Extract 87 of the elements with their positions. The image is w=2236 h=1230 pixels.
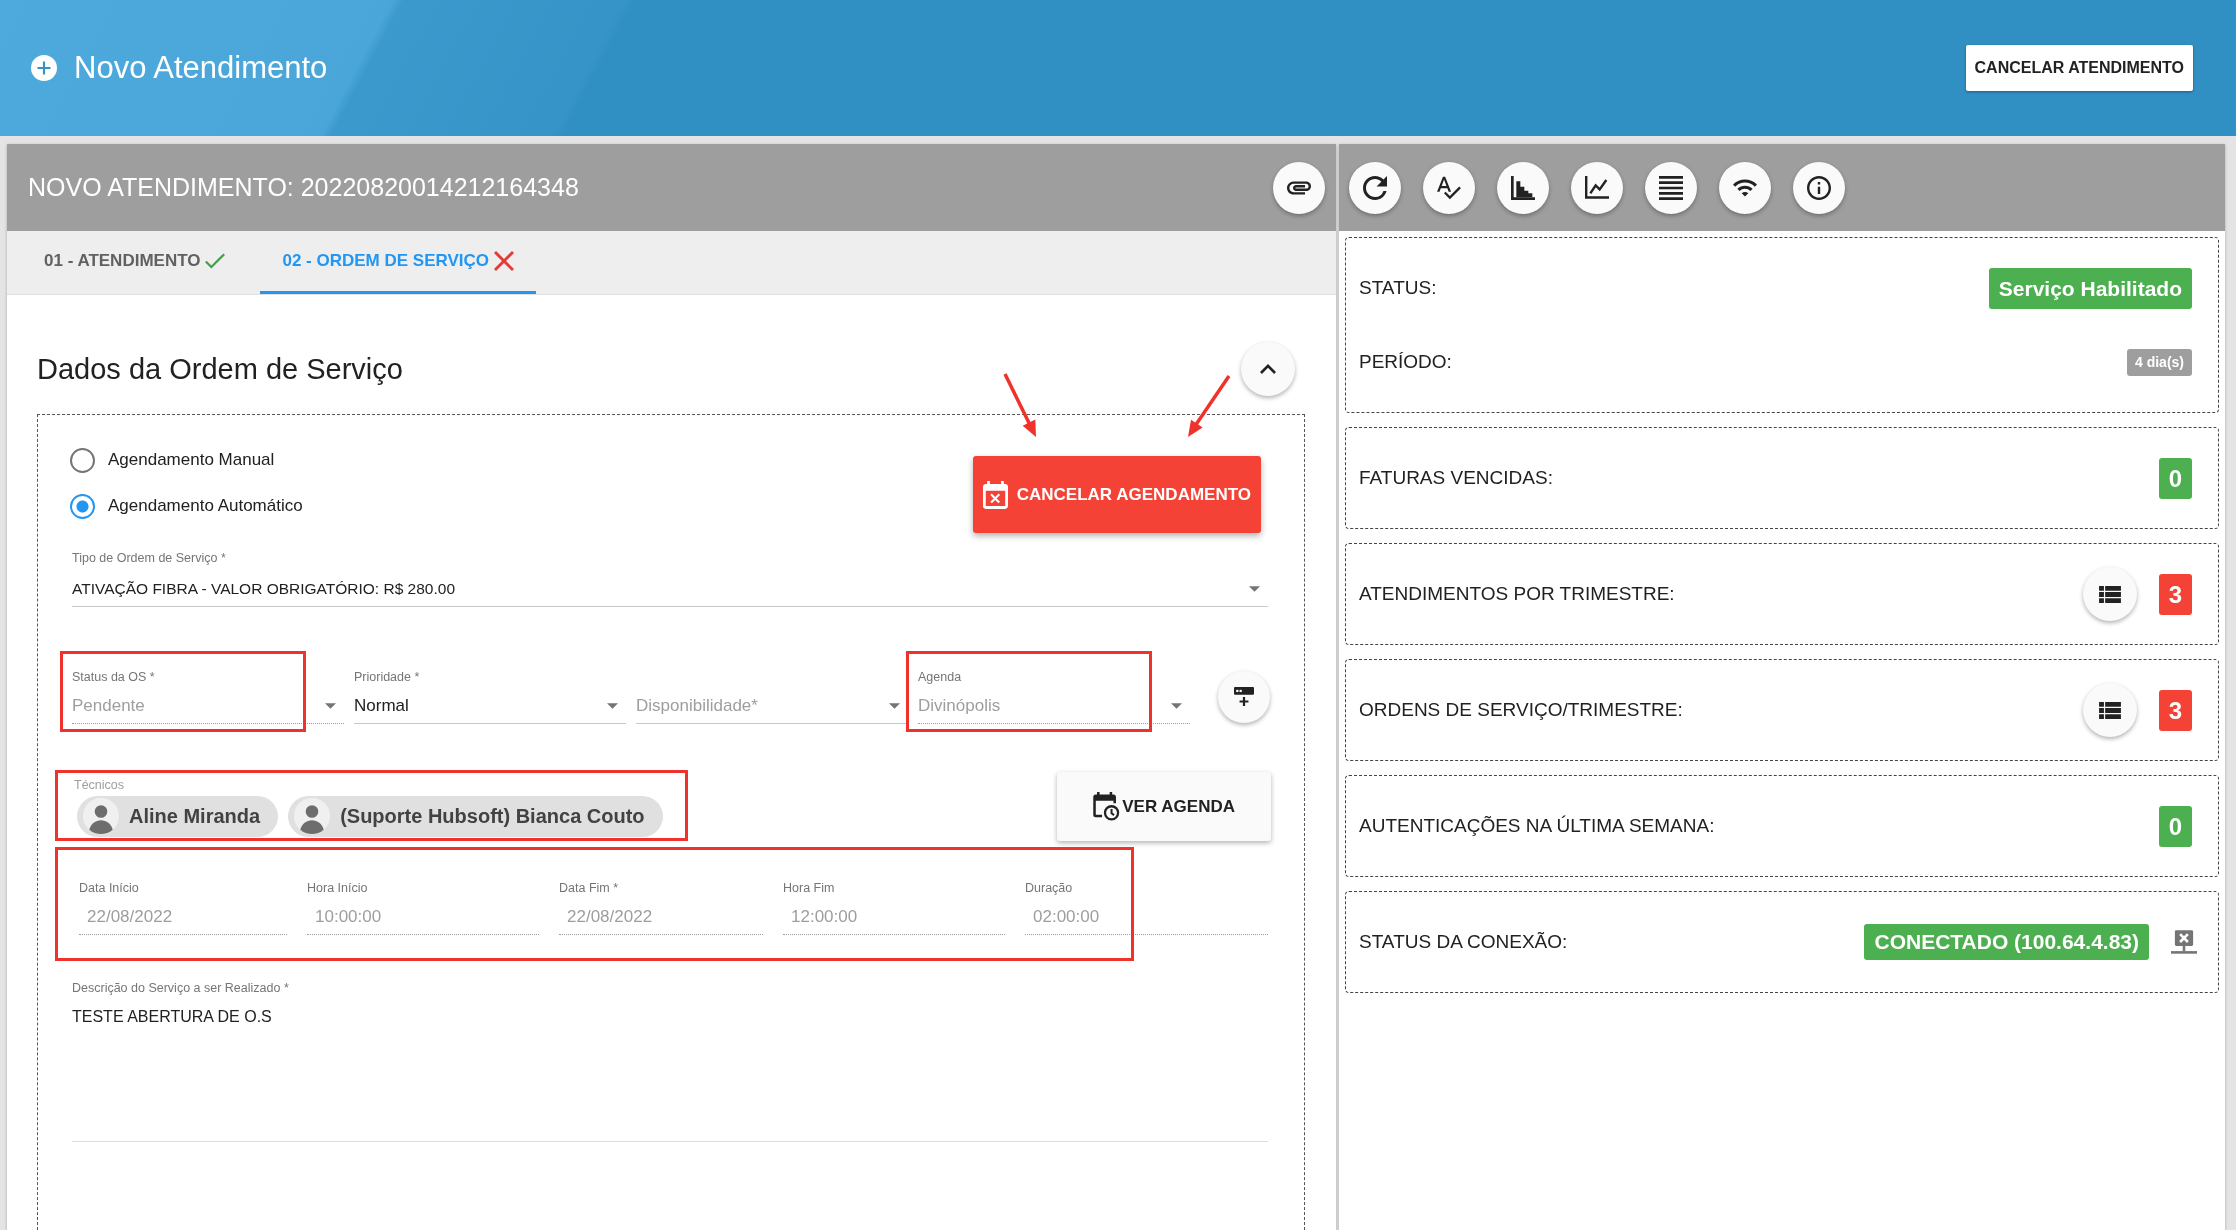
add-button[interactable] bbox=[1218, 670, 1270, 723]
field-label: Prioridade * bbox=[354, 669, 421, 685]
line-chart-button[interactable] bbox=[1571, 161, 1623, 214]
count-badge: 0 bbox=[2159, 805, 2192, 847]
technician-chip[interactable]: Aline Miranda bbox=[77, 795, 279, 837]
card-label: FATURAS VENCIDAS: bbox=[1359, 467, 1553, 489]
spellcheck-icon bbox=[1437, 175, 1461, 200]
field-value: 22/08/2022 bbox=[86, 906, 174, 928]
calendar-x-icon bbox=[982, 480, 1008, 509]
list-icon bbox=[2099, 585, 2121, 603]
avatar-icon bbox=[83, 798, 119, 834]
dropdown-arrow-icon bbox=[1249, 586, 1260, 592]
lines-button[interactable] bbox=[1645, 161, 1697, 214]
radio-label[interactable]: Agendamento Automático bbox=[108, 496, 303, 516]
field-label: Descrição do Serviço a ser Realizado * bbox=[72, 980, 290, 996]
field-value: ATIVAÇÃO FIBRA - VALOR OBRIGATÓRIO: R$ 280.00 bbox=[72, 579, 455, 599]
card-label: AUTENTICAÇÕES NA ÚLTIMA SEMANA: bbox=[1359, 815, 1715, 837]
technician-chip[interactable]: (Suporte Hubsoft) Bianca Couto bbox=[288, 795, 663, 837]
plus-circle-icon bbox=[31, 55, 57, 81]
field-value: Normal bbox=[354, 695, 409, 717]
field-label: Data Início bbox=[79, 880, 140, 896]
wifi-button[interactable] bbox=[1719, 161, 1771, 214]
card-label: STATUS DA CONEXÃO: bbox=[1359, 931, 1568, 953]
field-value: Divinópolis bbox=[918, 695, 1001, 717]
field-value: TESTE ABERTURA DE O.S bbox=[72, 1007, 273, 1027]
info-button[interactable] bbox=[1793, 161, 1845, 214]
period-tag: 4 dia(s) bbox=[2127, 348, 2192, 376]
record-title: NOVO ATENDIMENTO: 20220820014212164348 bbox=[28, 173, 579, 202]
card-label: STATUS: bbox=[1359, 277, 1437, 299]
line-chart-icon bbox=[1585, 175, 1609, 200]
bar-chart-icon bbox=[1511, 175, 1535, 200]
calendar-clock-icon bbox=[1093, 792, 1121, 821]
count-badge: 3 bbox=[2159, 689, 2192, 731]
spellcheck-button[interactable] bbox=[1423, 161, 1475, 214]
count-badge: 3 bbox=[2159, 573, 2192, 615]
lines-icon bbox=[1659, 175, 1683, 200]
dropdown-arrow-icon bbox=[607, 703, 618, 709]
chevron-up-icon bbox=[1260, 364, 1276, 374]
field-label: Técnicos bbox=[73, 776, 126, 793]
field-label: Hora Início bbox=[307, 880, 369, 896]
avatar-icon bbox=[294, 798, 331, 834]
network-x-icon[interactable] bbox=[2171, 930, 2197, 954]
dropdown-arrow-icon bbox=[325, 703, 336, 709]
radio-label[interactable]: Agendamento Manual bbox=[108, 450, 275, 470]
field-value: 22/08/2022 bbox=[566, 906, 654, 928]
bar-chart-button[interactable] bbox=[1497, 161, 1549, 214]
radio-button[interactable] bbox=[70, 493, 95, 519]
field-value: 02:00:00 bbox=[1032, 906, 1101, 928]
section-title: Dados da Ordem de Serviço bbox=[37, 352, 403, 386]
list-button[interactable] bbox=[2083, 683, 2137, 737]
list-button[interactable] bbox=[2083, 567, 2137, 621]
count-badge: 0 bbox=[2159, 457, 2192, 499]
bar-plus-icon bbox=[1234, 687, 1254, 706]
dropdown-arrow-icon bbox=[889, 703, 900, 709]
status-badge: CONECTADO (100.64.4.83) bbox=[1864, 924, 2149, 960]
tab[interactable]: 01 - ATENDIMENTO bbox=[22, 231, 248, 294]
select-field[interactable]: Tipo de Ordem de Serviço * ATIVAÇÃO FIBRA - VALOR OBRIGATÓRIO: R$ 280.00 bbox=[72, 550, 1268, 607]
info-icon bbox=[1807, 175, 1831, 200]
textarea-field[interactable]: Descrição do Serviço a ser Realizado * TESTE ABERTURA DE O.S bbox=[72, 980, 1268, 1142]
field-label: Status da OS * bbox=[72, 669, 156, 685]
page-title: Novo Atendimento bbox=[74, 50, 328, 86]
collapse-button[interactable] bbox=[1241, 342, 1295, 396]
list-icon bbox=[2099, 701, 2121, 719]
view-schedule-button[interactable]: VER AGENDA bbox=[1057, 772, 1271, 841]
card-label: ATENDIMENTOS POR TRIMESTRE: bbox=[1359, 583, 1675, 605]
field-label: Data Fim * bbox=[559, 880, 620, 896]
field-value: Pendente bbox=[72, 695, 145, 717]
cancel-attendance-button[interactable]: CANCELAR ATENDIMENTO bbox=[1965, 45, 2193, 91]
field-label: Tipo de Ordem de Serviço * bbox=[72, 550, 227, 566]
tab[interactable]: 02 - ORDEM DE SERVIÇO bbox=[260, 231, 537, 294]
refresh-icon bbox=[1363, 175, 1387, 200]
field-label: Duração bbox=[1025, 880, 1074, 896]
field-label: Hora Fim bbox=[783, 880, 836, 896]
status-badge: Serviço Habilitado bbox=[1988, 267, 2192, 309]
cancel-schedule-button[interactable]: CANCELAR AGENDAMENTO bbox=[972, 456, 1261, 533]
refresh-button[interactable] bbox=[1349, 161, 1401, 214]
field-value: 10:00:00 bbox=[314, 906, 383, 928]
card-label: PERÍODO: bbox=[1359, 351, 1452, 373]
select-field[interactable]: Prioridade * Normal bbox=[354, 669, 626, 724]
select-field[interactable]: Disponibilidade* bbox=[636, 669, 908, 724]
field-placeholder: Disponibilidade* bbox=[636, 695, 758, 717]
dropdown-arrow-icon bbox=[1171, 703, 1182, 709]
card-label: ORDENS DE SERVIÇO/TRIMESTRE: bbox=[1359, 699, 1683, 721]
attach-button[interactable] bbox=[1273, 161, 1325, 214]
radio-button[interactable] bbox=[70, 447, 95, 473]
field-label: Agenda bbox=[918, 669, 963, 685]
field-value: 12:00:00 bbox=[790, 906, 859, 928]
